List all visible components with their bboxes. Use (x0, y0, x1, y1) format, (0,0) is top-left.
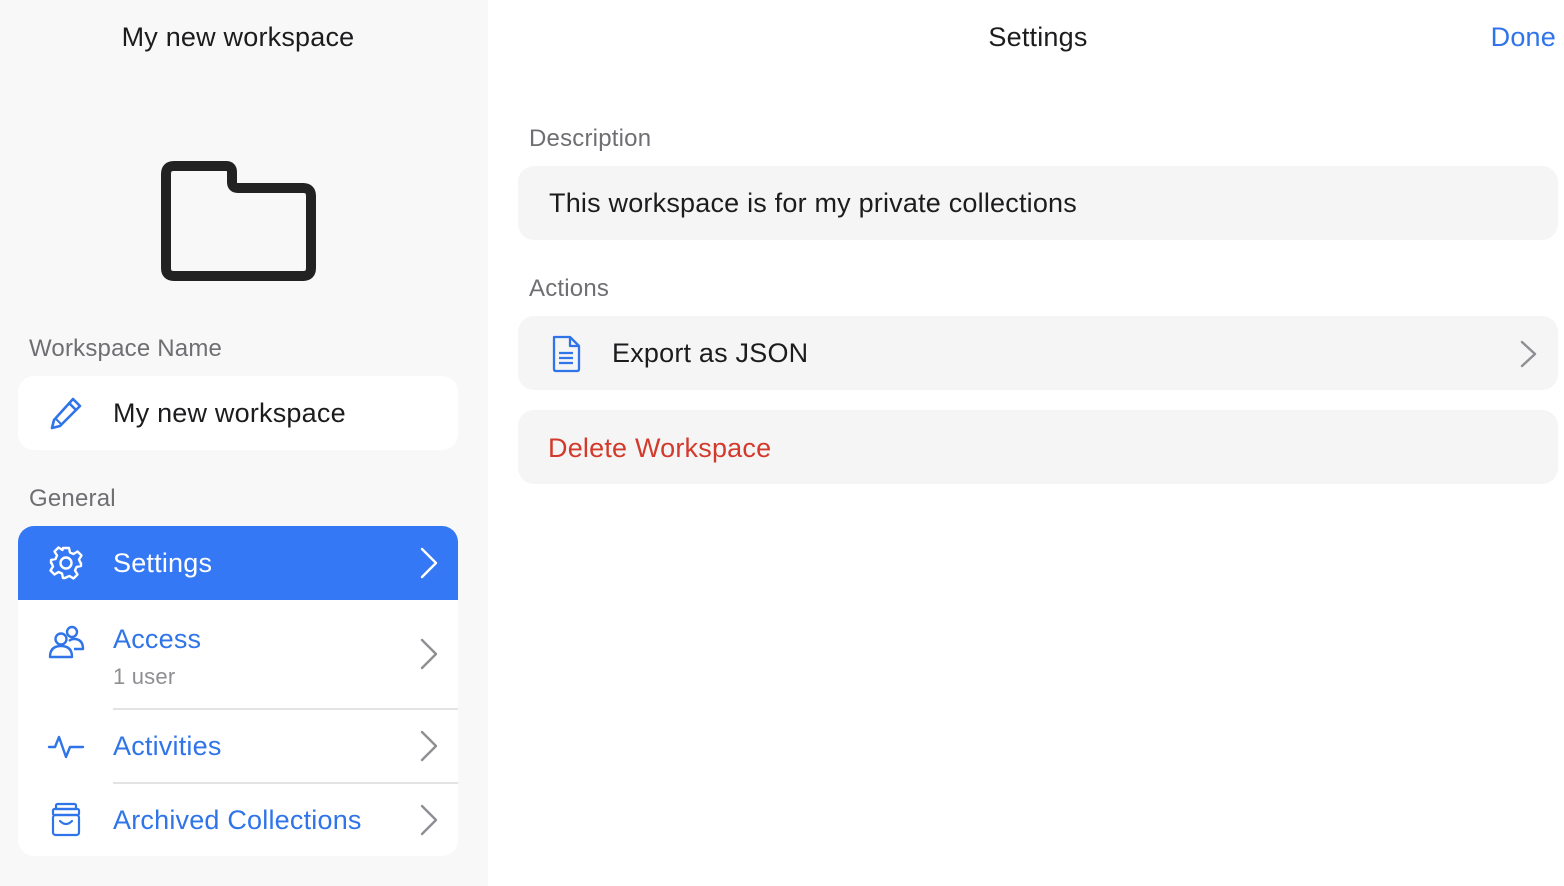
gear-icon (46, 543, 86, 583)
workspace-name-label: Workspace Name (29, 335, 223, 362)
delete-label: Delete Workspace (548, 433, 772, 463)
general-list: Settings Access 1 user Activities Archiv… (18, 526, 458, 856)
pencil-icon (46, 393, 86, 433)
export-label: Export as JSON (612, 338, 809, 368)
page-title: Settings (988, 22, 1088, 52)
actions-label: Actions (529, 275, 610, 302)
general-label: General (29, 485, 116, 512)
description-value: This workspace is for my private collect… (549, 188, 1077, 218)
settings-panel: Settings Done Description This workspace… (488, 0, 1564, 886)
chevron-right-icon (414, 543, 442, 583)
chevron-right-icon (414, 726, 442, 766)
sidebar-item-label: Activities (113, 731, 222, 761)
sidebar-item-activities[interactable]: Activities (18, 710, 458, 782)
delete-workspace-button[interactable]: Delete Workspace (518, 410, 1558, 484)
chevron-right-icon (414, 800, 442, 840)
description-label: Description (529, 125, 652, 152)
description-field[interactable]: This workspace is for my private collect… (518, 166, 1558, 240)
sidebar-title: My new workspace (121, 22, 355, 52)
people-icon (46, 622, 86, 662)
done-button[interactable]: Done (1491, 22, 1556, 53)
archive-box-icon (46, 800, 86, 840)
sidebar-item-archived-collections[interactable]: Archived Collections (18, 784, 458, 856)
folder-icon (160, 158, 318, 282)
sidebar-item-label: Settings (113, 548, 213, 578)
workspace-name-field[interactable]: My new workspace (18, 376, 458, 450)
export-json-button[interactable]: Export as JSON (518, 316, 1558, 390)
activity-icon (46, 726, 86, 766)
chevron-right-icon (1518, 334, 1540, 374)
sidebar-item-label: Access (113, 624, 202, 654)
document-icon (548, 334, 584, 374)
workspace-name-card: My new workspace (18, 376, 458, 450)
sidebar-item-label: Archived Collections (113, 805, 362, 835)
sidebar-item-access[interactable]: Access 1 user (18, 600, 458, 708)
chevron-right-icon (414, 634, 442, 674)
sidebar-item-settings[interactable]: Settings (18, 526, 458, 600)
access-user-count: 1 user (113, 664, 176, 689)
sidebar: My new workspace Workspace Name My new w… (0, 0, 488, 886)
workspace-name-value: My new workspace (113, 398, 346, 428)
